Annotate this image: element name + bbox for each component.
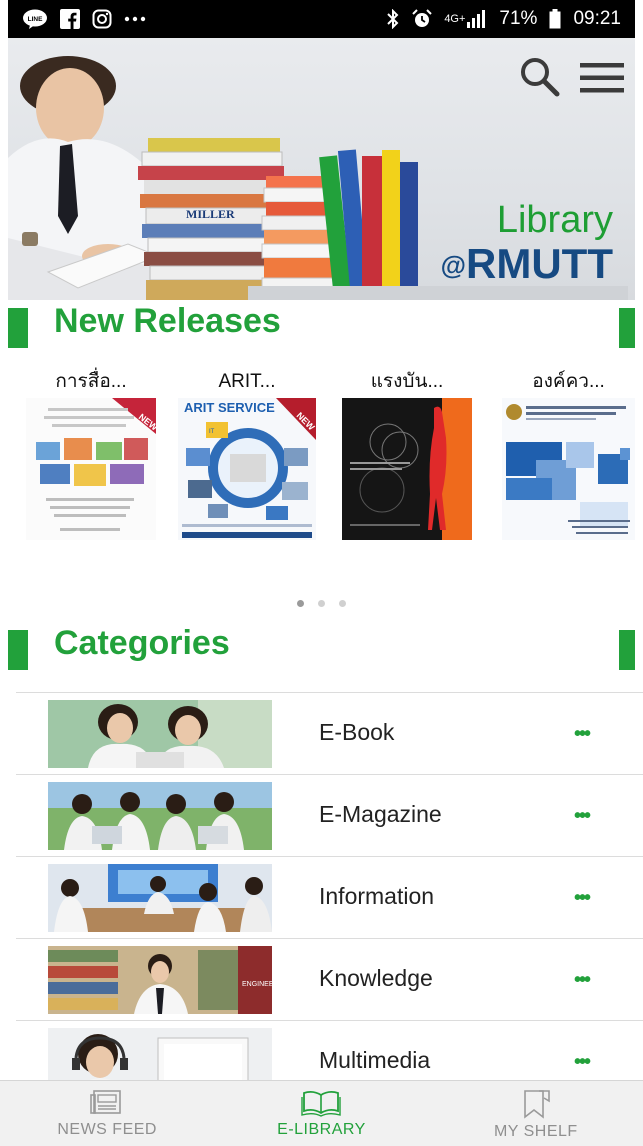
banner-title-line1: Library [496,199,613,241]
release-book-3[interactable]: แรงบัน... [342,370,472,540]
categories-header: Categories [8,620,635,684]
search-button[interactable] [517,54,563,100]
category-thumbnail [48,782,272,850]
new-releases-header: New Releases [8,298,635,362]
open-book-icon [301,1090,342,1117]
svg-text:ARIT SERVICE: ARIT SERVICE [184,400,275,415]
hamburger-menu-icon [580,63,624,93]
menu-button[interactable] [577,58,627,98]
svg-text:IT: IT [209,429,215,435]
app-screen: LINE 4G+ 71% 09:21 MILLER Library @RMUTT… [0,0,643,1146]
instagram-icon [92,9,112,29]
category-row-knowledge[interactable]: ENGINEER Knowledge ••• [16,938,643,1020]
category-thumbnail [48,864,272,932]
bluetooth-icon [386,9,400,29]
more-options-icon[interactable]: ••• [574,805,591,828]
categories-title: Categories [54,624,230,662]
carousel-dot-active[interactable] [297,600,304,607]
battery-percent: 71% [499,8,538,29]
release-book-title: การสื่อ... [55,371,127,392]
more-options-icon[interactable]: ••• [574,887,591,910]
network-type: 4G+ [444,13,466,25]
clock: 09:21 [573,8,621,29]
nav-news-feed[interactable]: NEWS FEED [0,1081,214,1146]
more-options-icon[interactable]: ••• [574,1051,591,1074]
more-options-icon[interactable]: ••• [574,969,591,992]
category-thumbnail [48,700,272,768]
bottom-navigation: NEWS FEED E-LIBRARY MY SHELF [0,1080,643,1146]
newspaper-icon [90,1090,121,1114]
release-book-2[interactable]: ARIT... ARIT SERVICE NEW IT [178,370,316,540]
banner-at-sign: @ [440,250,467,280]
new-releases-carousel[interactable]: การสื่อ... NEW ARIT... ARIT SERVICE NEW … [8,370,635,548]
release-book-title: องค์คว... [532,371,605,392]
book-cover: NEW [26,398,156,540]
release-book-title: ARIT... [218,371,276,392]
category-label: Information [319,883,435,909]
carousel-dot[interactable] [318,600,325,607]
svg-text:MILLER: MILLER [186,207,235,221]
svg-text:LINE: LINE [28,16,43,23]
nav-e-library[interactable]: E-LIBRARY [214,1081,428,1146]
category-label: E-Magazine [319,801,442,827]
line-app-icon: LINE [22,9,48,29]
nav-my-shelf[interactable]: MY SHELF [429,1081,643,1146]
book-cover [342,398,472,540]
nav-label: NEWS FEED [57,1121,157,1138]
bookmark-icon [524,1090,550,1119]
banner-title: Library @RMUTT [441,200,613,289]
banner-brand: RMUTT [466,240,613,287]
category-list: E-Book ••• E-Magazine ••• Information ••… [16,692,643,1102]
book-cover: ARIT SERVICE NEW IT [178,398,316,540]
release-book-title: แรงบัน... [370,371,444,392]
nav-label: MY SHELF [493,1123,578,1140]
category-row-information[interactable]: Information ••• [16,856,643,938]
carousel-pagination[interactable] [0,600,643,607]
alarm-icon [412,9,433,29]
facebook-icon [60,9,80,29]
category-row-ebook[interactable]: E-Book ••• [16,692,643,774]
search-icon [521,58,560,97]
signal-icon: 4G+ [444,10,487,28]
category-row-emagazine[interactable]: E-Magazine ••• [16,774,643,856]
section-accent-right [619,308,635,348]
section-accent-left [8,630,28,670]
category-label: Knowledge [319,965,433,991]
section-accent-left [8,308,28,348]
status-bar: LINE 4G+ 71% 09:21 [8,0,635,38]
more-options-icon[interactable]: ••• [574,723,591,746]
new-releases-title: New Releases [54,302,281,340]
release-book-4[interactable]: องค์คว... [502,370,635,540]
book-cover [502,398,635,540]
banner-title-line2: @RMUTT [441,240,613,289]
battery-icon [549,9,561,29]
category-label: E-Book [319,719,395,745]
more-dots-icon [124,16,146,22]
nav-label: E-LIBRARY [277,1121,366,1138]
svg-text:ENGINEER: ENGINEER [242,981,272,988]
carousel-dot[interactable] [339,600,346,607]
section-accent-right [619,630,635,670]
header-banner: MILLER Library @RMUTT [8,38,635,300]
category-thumbnail: ENGINEER [48,946,272,1014]
release-book-1[interactable]: การสื่อ... NEW [26,370,156,540]
category-label: Multimedia [319,1047,431,1073]
